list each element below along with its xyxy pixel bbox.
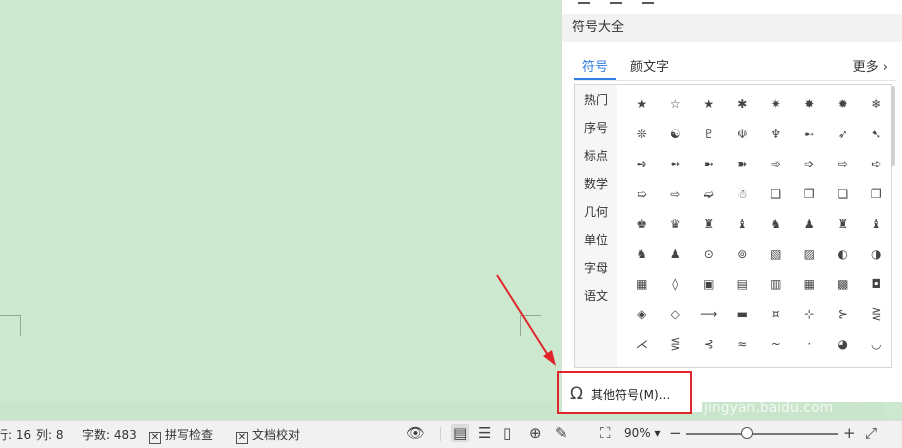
zoom-slider-knob[interactable]	[740, 427, 753, 439]
zoom-in-icon[interactable]: +	[843, 424, 856, 442]
column-indicator: 列: 8	[36, 428, 64, 442]
zoom-level[interactable]: 90% ▾	[624, 426, 661, 440]
reading-view-icon[interactable]: ▯	[503, 424, 511, 442]
outline-view-icon[interactable]: ☰	[478, 424, 491, 442]
page-view-icon[interactable]: ▤	[451, 424, 470, 442]
close-box-icon: ✕	[149, 432, 161, 444]
chevron-down-icon: ▾	[650, 426, 661, 440]
fullscreen-icon[interactable]: ⤢	[865, 424, 877, 442]
web-view-icon[interactable]: ⊕	[529, 424, 542, 442]
doc-proofread-label: 文档校对	[252, 428, 301, 442]
annotation-arrow	[496, 274, 556, 366]
eye-protection-icon[interactable]: 👁	[406, 424, 425, 442]
zoom-slider[interactable]	[686, 433, 838, 435]
spell-check-toggle[interactable]: ✕ 拼写检查	[149, 426, 213, 444]
pen-icon[interactable]: ✎	[555, 424, 568, 442]
annotation-arrow-head	[543, 350, 556, 366]
word-count[interactable]: 字数: 483	[82, 426, 137, 443]
zoom-out-icon[interactable]: −	[669, 424, 682, 442]
annotation-arrow-line	[496, 274, 552, 361]
row-indicator: 行: 16	[0, 428, 32, 442]
doc-proofread-toggle[interactable]: ✕ 文档校对	[236, 426, 300, 444]
spell-check-label: 拼写检查	[165, 428, 214, 442]
status-bar: 行: 16 列: 8 字数: 483 ✕ 拼写检查 ✕ 文档校对 👁 ▤ ☰ ▯ ⊕…	[0, 420, 902, 448]
fit-page-icon[interactable]: ⛶	[600, 424, 611, 442]
divider	[440, 427, 441, 441]
close-box-icon: ✕	[236, 432, 248, 444]
zoom-value: 90%	[624, 426, 651, 440]
